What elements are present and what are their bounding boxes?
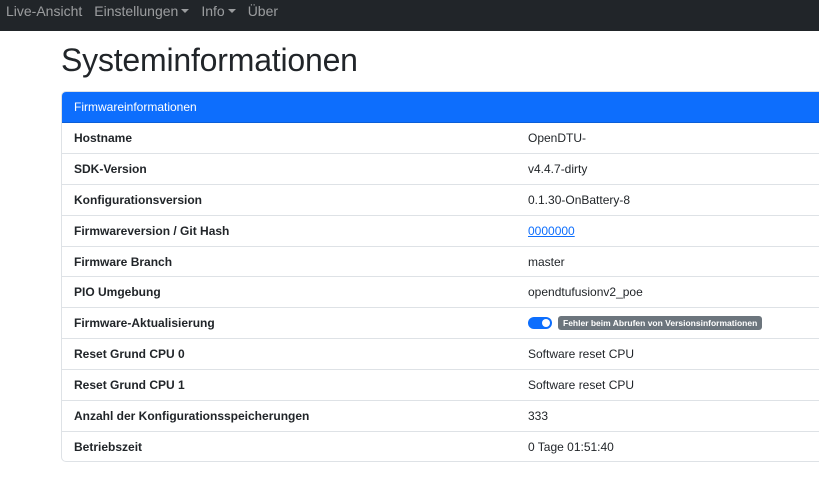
row-value: 333 <box>528 408 549 423</box>
nav-about-label: Über <box>247 2 279 19</box>
row-label: Reset Grund CPU 1 <box>74 378 185 393</box>
table-row: Reset Grund CPU 0 Software reset CPU <box>62 339 819 371</box>
update-check-cell: Fehler beim Abrufen von Versionsinformat… <box>528 316 763 331</box>
row-label: SDK-Version <box>74 161 147 176</box>
table-row: Anzahl der Konfigurationsspeicherungen 3… <box>62 401 819 432</box>
card-header: Firmwareinformationen <box>62 92 819 123</box>
top-navbar: Live-Ansicht Einstellungen Info Über <box>0 0 819 31</box>
nav-live-view-label: Live-Ansicht <box>6 2 83 19</box>
table-row: Betriebszeit 0 Tage 01:51:40 <box>62 432 819 461</box>
nav-live-view[interactable]: Live-Ansicht <box>6 3 82 19</box>
row-label: Hostname <box>74 130 133 145</box>
table-row: Hostname OpenDTU- <box>62 123 819 154</box>
row-value: v4.4.7-dirty <box>528 161 588 176</box>
row-value: master <box>528 254 565 269</box>
table-row: PIO Umgebung opendtufusionv2_poe <box>62 277 819 309</box>
caret-down-icon <box>227 8 236 13</box>
row-value: Software reset CPU <box>528 347 635 362</box>
row-label: Reset Grund CPU 0 <box>74 347 185 362</box>
row-label: Firmware Branch <box>74 254 173 269</box>
row-label: Firmware-Aktualisierung <box>74 316 215 331</box>
row-label: Konfigurationsversion <box>74 192 203 207</box>
table-row: Firmwareversion / Git Hash 0000000 <box>62 216 819 247</box>
row-label: Anzahl der Konfigurationsspeicherungen <box>74 408 310 423</box>
toggle-knob <box>542 319 550 328</box>
nav-settings-label: Einstellungen <box>94 2 179 19</box>
nav-info-label: Info <box>201 2 225 19</box>
table-row: Konfigurationsversion 0.1.30-OnBattery-8 <box>62 185 819 216</box>
row-value: 0 Tage 01:51:40 <box>528 440 614 455</box>
firmware-info-card: Firmwareinformationen Hostname OpenDTU- … <box>61 91 819 462</box>
table-row: Reset Grund CPU 1 Software reset CPU <box>62 370 819 402</box>
nav-info-dropdown[interactable]: Info <box>201 2 236 19</box>
nav-settings-dropdown[interactable]: Einstellungen <box>94 2 190 19</box>
page-title: Systeminformationen <box>61 42 358 78</box>
table-row: Firmware-Aktualisierung Fehler beim Abru… <box>62 308 819 340</box>
table-row: SDK-Version v4.4.7-dirty <box>62 154 819 185</box>
row-value: Software reset CPU <box>528 378 635 393</box>
row-label: PIO Umgebung <box>74 285 161 300</box>
row-value: 0.1.30-OnBattery-8 <box>528 192 631 207</box>
row-label: Betriebszeit <box>74 440 143 455</box>
update-check-toggle[interactable] <box>528 317 552 330</box>
git-hash-link[interactable]: 0000000 <box>528 224 575 238</box>
update-status-badge: Fehler beim Abrufen von Versionsinformat… <box>558 316 763 331</box>
row-label: Firmwareversion / Git Hash <box>74 223 230 238</box>
caret-down-icon <box>181 8 190 13</box>
nav-about[interactable]: Über <box>248 3 278 19</box>
table-row: Firmware Branch master <box>62 247 819 278</box>
row-value: opendtufusionv2_poe <box>528 285 643 300</box>
row-value: OpenDTU- <box>528 130 587 145</box>
